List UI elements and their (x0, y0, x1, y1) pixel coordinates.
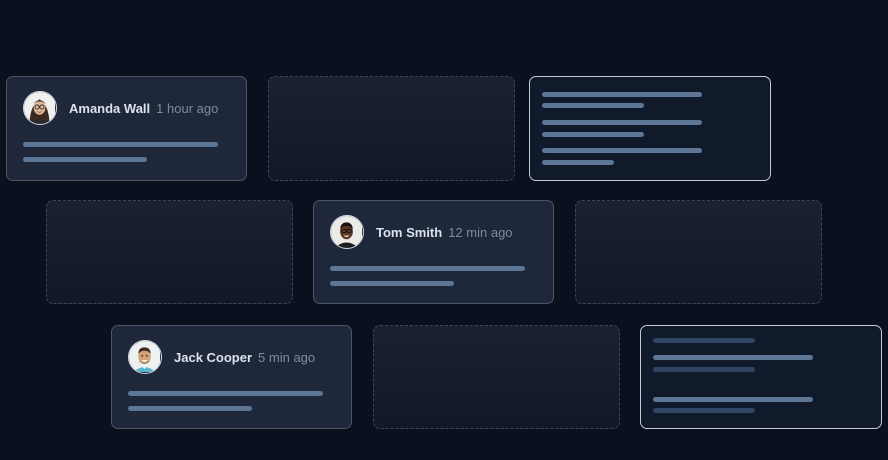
avatar (23, 91, 57, 125)
text-lines-card[interactable] (529, 76, 771, 181)
text-line (542, 103, 644, 108)
woman-avatar-icon (24, 92, 55, 123)
empty-card-placeholder (575, 200, 822, 304)
comment-header: Amanda Wall 1 hour ago (23, 91, 218, 125)
empty-card-placeholder (46, 200, 293, 304)
text-line (542, 92, 702, 97)
text-line (653, 367, 755, 372)
comment-header: Jack Cooper 5 min ago (128, 340, 315, 374)
man-avatar-icon (331, 216, 362, 247)
empty-card-placeholder (373, 325, 620, 429)
text-line (542, 160, 614, 165)
timestamp: 1 hour ago (156, 100, 219, 116)
text-line (128, 391, 323, 396)
author-name: Tom Smith (376, 224, 443, 240)
text-line (653, 338, 755, 343)
empty-card-placeholder (268, 76, 515, 181)
text-line (653, 397, 813, 402)
author-name: Jack Cooper (174, 349, 253, 365)
text-line (542, 132, 644, 137)
man-avatar-icon (129, 341, 160, 372)
avatar (330, 215, 364, 249)
comment-card-amanda[interactable]: Amanda Wall 1 hour ago (6, 76, 247, 181)
text-lines-card[interactable] (640, 325, 882, 429)
text-line (542, 148, 702, 153)
timestamp: 12 min ago (448, 224, 513, 240)
text-line (330, 266, 525, 271)
avatar (128, 340, 162, 374)
text-line (128, 406, 252, 411)
comment-card-jack[interactable]: Jack Cooper 5 min ago (111, 325, 352, 429)
timestamp: 5 min ago (258, 349, 316, 365)
comment-card-tom[interactable]: Tom Smith 12 min ago (313, 200, 554, 304)
text-line (330, 281, 454, 286)
text-line (653, 355, 813, 360)
text-line (23, 142, 218, 147)
text-line (653, 408, 755, 413)
author-name: Amanda Wall (69, 100, 151, 116)
text-line (542, 120, 702, 125)
text-line (23, 157, 147, 162)
comment-header: Tom Smith 12 min ago (330, 215, 513, 249)
